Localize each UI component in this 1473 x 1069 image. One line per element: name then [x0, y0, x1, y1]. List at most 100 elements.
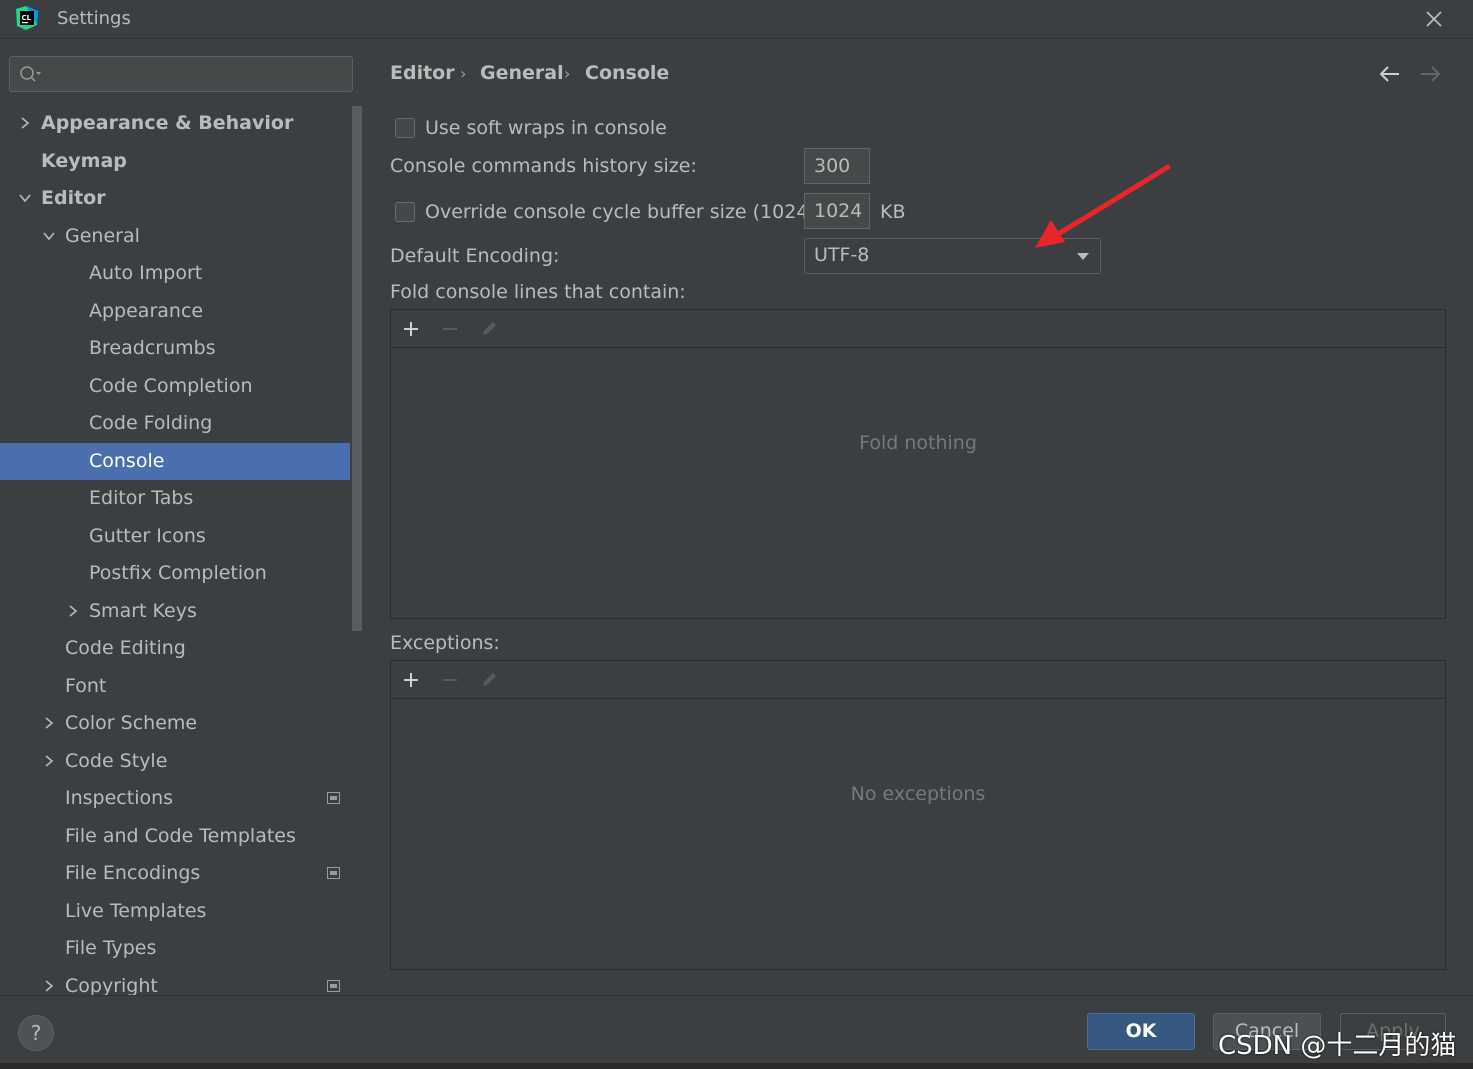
sidebar-item-label: Smart Keys — [89, 599, 197, 622]
sidebar-item-postfix-completion[interactable]: Postfix Completion — [0, 555, 350, 592]
encoding-value: UTF-8 — [814, 244, 870, 266]
sidebar-item-inspections[interactable]: Inspections — [0, 780, 350, 817]
add-icon[interactable] — [401, 670, 421, 690]
sidebar-item-editor[interactable]: Editor — [0, 180, 350, 217]
sidebar-item-code-editing[interactable]: Code Editing — [0, 630, 350, 667]
dropdown-arrow-icon — [1077, 253, 1089, 260]
settings-sidebar: Appearance & Behavior Keymap Editor General… — [0, 40, 364, 995]
breadcrumb-separator: › — [564, 64, 571, 83]
sidebar-item-label: Code Style — [65, 749, 168, 772]
chevron-down-icon[interactable] — [43, 230, 55, 242]
sidebar-item-file-types[interactable]: File Types — [0, 930, 350, 967]
sidebar-item-color-scheme[interactable]: Color Scheme — [0, 705, 350, 742]
help-button[interactable]: ? — [18, 1015, 54, 1051]
ok-button[interactable]: OK — [1087, 1013, 1195, 1050]
sidebar-item-gutter-icons[interactable]: Gutter Icons — [0, 518, 350, 555]
sidebar-item-label: Breadcrumbs — [89, 337, 216, 359]
sidebar-item-label: General — [65, 224, 140, 247]
project-scope-icon — [327, 792, 340, 804]
edit-pencil-icon[interactable] — [479, 670, 499, 690]
chevron-right-icon[interactable] — [43, 717, 55, 729]
sidebar-item-label: Appearance — [89, 299, 204, 322]
remove-icon[interactable] — [440, 319, 460, 339]
project-scope-icon — [327, 867, 340, 879]
fold-lines-label: Fold console lines that contain: — [390, 281, 686, 303]
sidebar-item-copyright[interactable]: Copyright — [0, 968, 350, 996]
window-title: Settings — [57, 8, 131, 29]
window-bottom-edge — [0, 1063, 1473, 1069]
sidebar-item-font[interactable]: Font — [0, 668, 350, 705]
buffer-unit-label: KB — [880, 201, 906, 223]
sidebar-item-smart-keys[interactable]: Smart Keys — [0, 593, 350, 630]
sidebar-item-file-and-code-templates[interactable]: File and Code Templates — [0, 818, 350, 855]
remove-icon[interactable] — [440, 670, 460, 690]
sidebar-item-code-style[interactable]: Code Style — [0, 743, 350, 780]
exceptions-list[interactable]: No exceptions — [390, 660, 1446, 970]
forward-arrow-icon[interactable] — [1418, 62, 1442, 86]
exceptions-toolbar — [391, 661, 1445, 699]
sidebar-item-appearance[interactable]: Appearance — [0, 293, 350, 330]
history-size-label: Console commands history size: — [390, 155, 697, 177]
sidebar-item-breadcrumbs[interactable]: Breadcrumbs — [0, 330, 350, 367]
breadcrumb-item-editor[interactable]: Editor — [390, 62, 455, 84]
exceptions-empty-text: No exceptions — [850, 783, 986, 805]
override-buffer-label: Override console cycle buffer size (1024… — [425, 201, 848, 223]
sidebar-item-code-completion[interactable]: Code Completion — [0, 368, 350, 405]
search-icon — [20, 66, 41, 82]
settings-window: CL Settings Appearance & Behavior Keymap E… — [0, 0, 1473, 1069]
search-input[interactable] — [46, 61, 346, 87]
fold-lines-list[interactable]: Fold nothing — [390, 309, 1446, 619]
chevron-right-icon[interactable] — [43, 754, 55, 767]
fold-lines-empty-text: Fold nothing — [859, 432, 977, 454]
sidebar-item-label: Console — [89, 449, 165, 472]
soft-wraps-checkbox[interactable] — [395, 118, 415, 138]
add-icon[interactable] — [401, 319, 421, 339]
sidebar-item-keymap[interactable]: Keymap — [0, 143, 350, 180]
chevron-right-icon[interactable] — [67, 604, 79, 617]
window-edge — [1468, 40, 1473, 995]
history-size-field[interactable]: 300 — [804, 148, 870, 184]
sidebar-item-auto-import[interactable]: Auto Import — [0, 255, 350, 292]
sidebar-item-live-templates[interactable]: Live Templates — [0, 893, 350, 930]
sidebar-item-label: Editor — [41, 187, 106, 209]
watermark-text: CSDN @十二月的猫 — [1218, 1031, 1457, 1061]
search-field[interactable] — [9, 56, 353, 92]
clion-logo-icon: CL — [16, 6, 38, 30]
sidebar-item-label: File Encodings — [65, 862, 201, 884]
sidebar-item-file-encodings[interactable]: File Encodings — [0, 855, 350, 892]
sidebar-item-label: Color Scheme — [65, 712, 198, 734]
sidebar-item-label: Live Templates — [65, 899, 207, 922]
override-buffer-checkbox[interactable] — [395, 202, 415, 222]
sidebar-item-label: Code Folding — [89, 412, 213, 434]
sidebar-item-label: Editor Tabs — [89, 487, 194, 509]
back-arrow-icon[interactable] — [1378, 62, 1402, 86]
title-bar: CL Settings — [0, 0, 1473, 39]
sidebar-item-console[interactable]: Console — [0, 442, 350, 480]
sidebar-item-label: Code Completion — [89, 374, 253, 397]
project-scope-icon — [327, 979, 340, 992]
sidebar-item-general[interactable]: General — [0, 218, 350, 255]
sidebar-item-editor-tabs[interactable]: Editor Tabs — [0, 480, 350, 517]
breadcrumb-item-general[interactable]: General — [480, 62, 564, 84]
sidebar-item-label: File and Code Templates — [65, 824, 296, 847]
soft-wraps-label: Use soft wraps in console — [425, 117, 667, 139]
sidebar-item-label: Postfix Completion — [89, 562, 267, 584]
sidebar-scrollbar-thumb[interactable] — [352, 106, 362, 631]
chevron-down-icon[interactable] — [19, 192, 31, 204]
exceptions-label: Exceptions: — [390, 632, 500, 654]
sidebar-item-label: Keymap — [41, 149, 127, 172]
fold-lines-toolbar — [391, 310, 1445, 348]
breadcrumb-item-console: Console — [585, 62, 670, 84]
sidebar-item-appearance-and-behavior[interactable]: Appearance & Behavior — [0, 105, 350, 142]
sidebar-item-code-folding[interactable]: Code Folding — [0, 405, 350, 442]
breadcrumb-separator: › — [460, 64, 467, 83]
chevron-right-icon[interactable] — [19, 117, 31, 129]
annotation-arrow-icon — [1035, 164, 1171, 248]
buffer-size-field[interactable]: 1024 — [804, 193, 870, 229]
close-icon[interactable] — [1421, 6, 1447, 32]
edit-pencil-icon[interactable] — [479, 319, 499, 339]
sidebar-item-label: Copyright — [65, 974, 158, 996]
sidebar-item-label: Gutter Icons — [89, 524, 206, 547]
sidebar-item-label: Font — [65, 674, 107, 697]
chevron-right-icon[interactable] — [43, 979, 55, 992]
